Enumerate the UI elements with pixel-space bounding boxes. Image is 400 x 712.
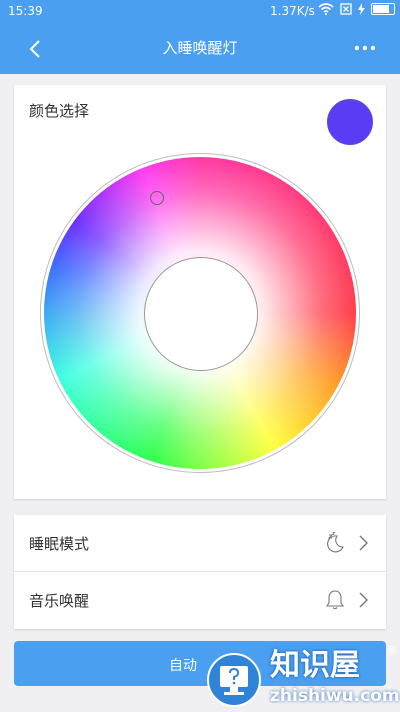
sim-absent-icon (340, 3, 352, 15)
chevron-right-icon (356, 591, 370, 609)
moon-sleep-icon (324, 532, 346, 554)
color-wheel-center (144, 257, 258, 371)
sleep-mode-row[interactable]: 睡眠模式 (14, 515, 386, 572)
status-icons (318, 3, 395, 15)
watermark-subtitle: zhishiwu.com (270, 686, 400, 706)
more-dots-icon (354, 45, 376, 51)
color-selection-label: 颜色选择 (29, 102, 90, 120)
selected-color-swatch (327, 99, 373, 145)
wifi-icon (318, 3, 334, 15)
question-monitor-icon (206, 652, 262, 708)
page-title: 入睡唤醒灯 (162, 39, 238, 57)
battery-icon (371, 3, 395, 15)
network-speed: 1.37K/s (270, 4, 315, 18)
color-wheel-area[interactable] (40, 153, 360, 473)
status-bar: 15:39 1.37K/s (0, 0, 400, 22)
watermark-title: 知识屋 (270, 648, 360, 683)
sleep-mode-label: 睡眠模式 (29, 535, 90, 553)
app-header: 入睡唤醒灯 (0, 22, 400, 74)
chevron-right-icon (356, 534, 370, 552)
watermark-logo: 知识屋 ® zhishiwu.com (200, 640, 400, 711)
more-button[interactable] (348, 34, 382, 62)
music-wakeup-row[interactable]: 音乐唤醒 (14, 572, 386, 629)
color-picker-handle[interactable] (150, 191, 164, 205)
charging-icon (358, 3, 365, 15)
settings-card: 睡眠模式 音乐唤醒 (14, 515, 386, 629)
music-wakeup-label: 音乐唤醒 (29, 592, 90, 610)
bell-icon (324, 589, 346, 611)
status-time: 15:39 (8, 4, 43, 18)
auto-button-label: 自动 (169, 658, 197, 674)
color-selection-card: 颜色选择 (14, 85, 386, 499)
registered-mark: ® (386, 644, 398, 658)
